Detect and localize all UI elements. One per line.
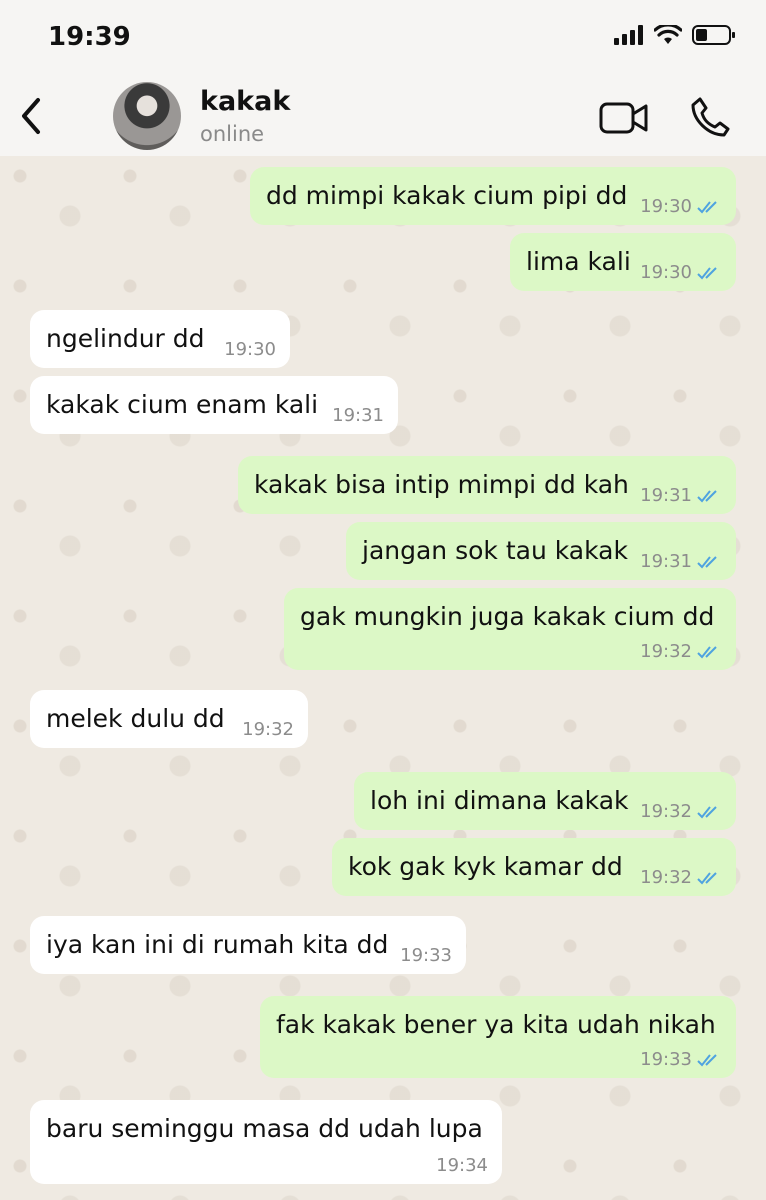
- message-time: 19:33: [400, 945, 452, 966]
- message-bubble[interactable]: loh ini dimana kakak 19:32: [354, 772, 736, 830]
- message-text: iya kan ini di rumah kita dd: [46, 930, 389, 959]
- message-bubble[interactable]: kakak bisa intip mimpi dd kah 19:31: [238, 456, 736, 514]
- voice-call-button[interactable]: [690, 96, 730, 142]
- message-time: 19:32: [640, 641, 692, 662]
- status-bar: 19:39: [0, 0, 766, 80]
- message-meta: 19:33: [400, 945, 452, 966]
- read-ticks-icon: [697, 266, 717, 279]
- message-bubble[interactable]: dd mimpi kakak cium pipi dd 19:30: [250, 167, 736, 225]
- message-time: 19:32: [242, 719, 294, 740]
- message-meta: 19:34: [436, 1155, 488, 1176]
- message-text: melek dulu dd: [46, 704, 225, 733]
- message-time: 19:34: [436, 1155, 488, 1176]
- message-time: 19:32: [640, 867, 692, 888]
- message-meta: 19:30: [640, 196, 722, 217]
- message-bubble[interactable]: jangan sok tau kakak 19:31: [346, 522, 736, 580]
- message-bubble[interactable]: kok gak kyk kamar dd 19:32: [332, 838, 736, 896]
- contact-name[interactable]: kakak: [200, 86, 290, 117]
- message-text: ngelindur dd: [46, 324, 205, 353]
- message-text: kok gak kyk kamar dd: [348, 852, 623, 881]
- message-meta: 19:32: [640, 801, 722, 822]
- read-ticks-icon: [697, 200, 717, 213]
- status-icons: [614, 24, 736, 46]
- back-button[interactable]: [16, 96, 46, 136]
- read-ticks-icon: [697, 489, 717, 502]
- chat-header: kakak online: [0, 80, 766, 156]
- phone-call-icon: [691, 97, 730, 137]
- message-bubble[interactable]: ngelindur dd 19:30: [30, 310, 290, 368]
- message-meta: 19:31: [640, 485, 722, 506]
- message-text: baru seminggu masa dd udah lupa: [46, 1114, 483, 1143]
- message-text: loh ini dimana kakak: [370, 786, 629, 815]
- contact-presence: online: [200, 122, 265, 146]
- status-time: 19:39: [48, 22, 131, 52]
- message-text: kakak bisa intip mimpi dd kah: [254, 470, 629, 499]
- message-meta: 19:30: [640, 262, 722, 283]
- message-meta: 19:32: [640, 867, 722, 888]
- message-text: jangan sok tau kakak: [362, 536, 628, 565]
- message-text: kakak cium enam kali: [46, 390, 319, 419]
- message-text: dd mimpi kakak cium pipi dd: [266, 181, 628, 210]
- message-list[interactable]: dd mimpi kakak cium pipi dd 19:30 lima k…: [0, 156, 766, 1200]
- message-time: 19:32: [640, 801, 692, 822]
- message-text: gak mungkin juga kakak cium dd: [300, 602, 715, 631]
- message-meta: 19:31: [332, 405, 384, 426]
- message-time: 19:30: [640, 262, 692, 283]
- message-bubble[interactable]: kakak cium enam kali 19:31: [30, 376, 398, 434]
- read-ticks-icon: [697, 805, 717, 818]
- message-bubble[interactable]: fak kakak bener ya kita udah nikah 19:33: [260, 996, 736, 1078]
- read-ticks-icon: [697, 645, 717, 658]
- contact-avatar[interactable]: [113, 82, 181, 150]
- message-bubble[interactable]: baru seminggu masa dd udah lupa 19:34: [30, 1100, 502, 1184]
- read-ticks-icon: [697, 555, 717, 568]
- message-bubble[interactable]: iya kan ini di rumah kita dd 19:33: [30, 916, 466, 974]
- signal-icon: [614, 25, 643, 45]
- message-time: 19:33: [640, 1049, 692, 1070]
- video-call-icon: [599, 102, 648, 134]
- video-call-button[interactable]: [598, 98, 650, 142]
- message-time: 19:30: [224, 339, 276, 360]
- read-ticks-icon: [697, 871, 717, 884]
- message-text: lima kali: [526, 247, 631, 276]
- message-time: 19:31: [640, 551, 692, 572]
- wifi-icon: [654, 25, 682, 44]
- message-time: 19:30: [640, 196, 692, 217]
- read-ticks-icon: [697, 1053, 717, 1066]
- message-meta: 19:30: [224, 339, 276, 360]
- message-meta: 19:32: [640, 641, 722, 662]
- message-time: 19:31: [640, 485, 692, 506]
- message-bubble[interactable]: gak mungkin juga kakak cium dd 19:32: [284, 588, 736, 670]
- message-bubble[interactable]: melek dulu dd 19:32: [30, 690, 308, 748]
- message-time: 19:31: [332, 405, 384, 426]
- message-meta: 19:31: [640, 551, 722, 572]
- back-chevron-icon: [22, 98, 40, 134]
- message-meta: 19:33: [640, 1049, 722, 1070]
- message-bubble[interactable]: lima kali 19:30: [510, 233, 736, 291]
- message-meta: 19:32: [242, 719, 294, 740]
- message-text: fak kakak bener ya kita udah nikah: [276, 1010, 716, 1039]
- battery-icon: [692, 25, 735, 45]
